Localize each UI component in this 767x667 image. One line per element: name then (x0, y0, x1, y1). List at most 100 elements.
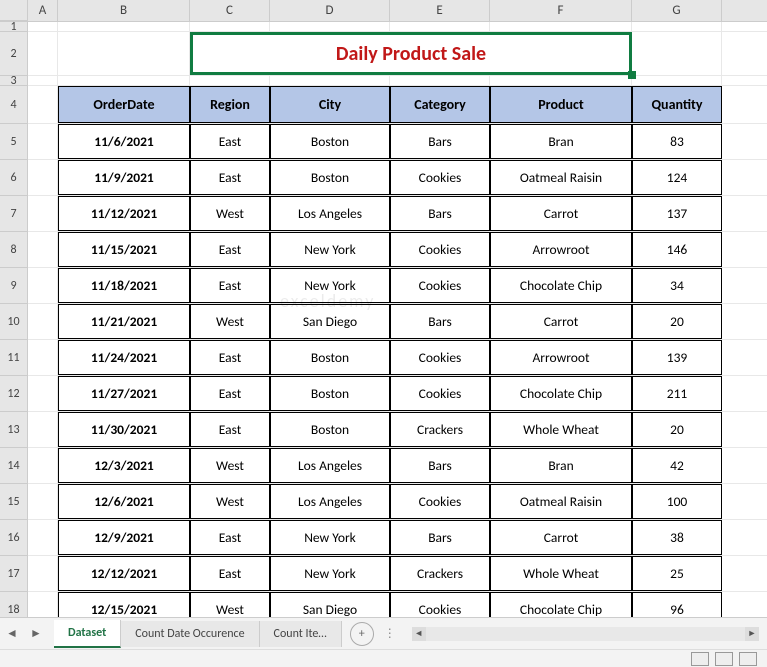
row-header[interactable]: 15 (0, 484, 28, 520)
cell-grid[interactable]: Daily Product SaleOrderDateRegionCityCat… (28, 22, 767, 642)
table-cell[interactable]: 83 (632, 124, 722, 159)
scroll-left-icon[interactable]: ◄ (412, 627, 426, 641)
select-all-corner[interactable] (0, 0, 28, 21)
horizontal-scrollbar[interactable]: ◄ ► (412, 627, 759, 641)
table-cell[interactable]: West (190, 484, 270, 519)
table-cell[interactable]: Cookies (390, 340, 490, 375)
table-cell[interactable]: Los Angeles (270, 196, 390, 231)
row-header[interactable]: 8 (0, 232, 28, 268)
table-cell[interactable]: 20 (632, 304, 722, 339)
table-cell[interactable]: Bars (390, 196, 490, 231)
row-header[interactable]: 1 (0, 22, 28, 32)
table-cell[interactable]: East (190, 160, 270, 195)
table-cell[interactable]: Los Angeles (270, 448, 390, 483)
table-header[interactable]: Product (490, 86, 632, 123)
table-cell[interactable]: San Diego (270, 304, 390, 339)
table-cell[interactable]: East (190, 376, 270, 411)
table-cell[interactable]: 11/18/2021 (58, 268, 190, 303)
table-cell[interactable]: New York (270, 232, 390, 267)
table-cell[interactable]: Whole Wheat (490, 556, 632, 591)
table-cell[interactable]: Cookies (390, 268, 490, 303)
table-cell[interactable]: Carrot (490, 304, 632, 339)
table-cell[interactable]: Chocolate Chip (490, 376, 632, 411)
row-header[interactable]: 16 (0, 520, 28, 556)
row-header[interactable]: 9 (0, 268, 28, 304)
table-cell[interactable]: 11/9/2021 (58, 160, 190, 195)
table-cell[interactable]: Arrowroot (490, 232, 632, 267)
row-header[interactable]: 4 (0, 86, 28, 124)
table-cell[interactable]: 20 (632, 412, 722, 447)
table-cell[interactable]: New York (270, 268, 390, 303)
table-header[interactable]: Category (390, 86, 490, 123)
table-cell[interactable]: 38 (632, 520, 722, 555)
table-cell[interactable]: Boston (270, 160, 390, 195)
table-cell[interactable]: Oatmeal Raisin (490, 484, 632, 519)
table-cell[interactable]: 25 (632, 556, 722, 591)
table-header[interactable]: OrderDate (58, 86, 190, 123)
column-header[interactable]: F (490, 0, 632, 21)
column-header[interactable]: E (390, 0, 490, 21)
row-header[interactable]: 17 (0, 556, 28, 592)
view-pagebreak-icon[interactable] (739, 652, 757, 666)
scroll-right-icon[interactable]: ► (745, 627, 759, 641)
table-cell[interactable]: West (190, 448, 270, 483)
table-cell[interactable]: Bars (390, 520, 490, 555)
table-cell[interactable]: 42 (632, 448, 722, 483)
table-cell[interactable]: Boston (270, 412, 390, 447)
table-cell[interactable]: East (190, 412, 270, 447)
row-header[interactable]: 12 (0, 376, 28, 412)
table-cell[interactable]: West (190, 196, 270, 231)
tab-prev-button[interactable]: ◄ (2, 624, 22, 644)
column-header[interactable]: B (58, 0, 190, 21)
table-cell[interactable]: Bars (390, 448, 490, 483)
column-header[interactable]: C (190, 0, 270, 21)
table-cell[interactable]: 12/6/2021 (58, 484, 190, 519)
new-sheet-button[interactable]: + (350, 622, 374, 646)
row-header[interactable]: 11 (0, 340, 28, 376)
table-cell[interactable]: Cookies (390, 376, 490, 411)
table-cell[interactable]: East (190, 340, 270, 375)
table-cell[interactable]: Chocolate Chip (490, 268, 632, 303)
table-cell[interactable]: 100 (632, 484, 722, 519)
table-cell[interactable]: 11/30/2021 (58, 412, 190, 447)
table-cell[interactable]: 11/24/2021 (58, 340, 190, 375)
table-cell[interactable]: Whole Wheat (490, 412, 632, 447)
column-header[interactable]: A (28, 0, 58, 21)
table-cell[interactable]: Bars (390, 304, 490, 339)
page-title[interactable]: Daily Product Sale (190, 32, 632, 75)
view-layout-icon[interactable] (715, 652, 733, 666)
table-cell[interactable]: 139 (632, 340, 722, 375)
table-cell[interactable]: Boston (270, 376, 390, 411)
table-cell[interactable]: Crackers (390, 556, 490, 591)
sheet-tab[interactable]: Count Ite… (260, 621, 342, 647)
table-cell[interactable]: Cookies (390, 160, 490, 195)
row-header[interactable]: 10 (0, 304, 28, 340)
table-cell[interactable]: New York (270, 556, 390, 591)
table-cell[interactable]: Cookies (390, 232, 490, 267)
table-cell[interactable]: 11/21/2021 (58, 304, 190, 339)
table-cell[interactable]: Boston (270, 340, 390, 375)
table-cell[interactable]: East (190, 232, 270, 267)
column-header[interactable]: D (270, 0, 390, 21)
table-cell[interactable]: New York (270, 520, 390, 555)
tab-next-button[interactable]: ► (26, 624, 46, 644)
table-cell[interactable]: 12/12/2021 (58, 556, 190, 591)
column-header[interactable]: G (632, 0, 722, 21)
table-cell[interactable]: 11/12/2021 (58, 196, 190, 231)
table-cell[interactable]: Los Angeles (270, 484, 390, 519)
view-normal-icon[interactable] (691, 652, 709, 666)
table-header[interactable]: City (270, 86, 390, 123)
selection-handle[interactable] (628, 71, 636, 79)
table-cell[interactable]: 146 (632, 232, 722, 267)
table-cell[interactable]: Oatmeal Raisin (490, 160, 632, 195)
table-cell[interactable]: Arrowroot (490, 340, 632, 375)
table-cell[interactable]: Bran (490, 124, 632, 159)
table-cell[interactable]: 11/15/2021 (58, 232, 190, 267)
table-cell[interactable]: 11/27/2021 (58, 376, 190, 411)
table-cell[interactable]: Crackers (390, 412, 490, 447)
table-header[interactable]: Quantity (632, 86, 722, 123)
table-cell[interactable]: 11/6/2021 (58, 124, 190, 159)
table-cell[interactable]: 211 (632, 376, 722, 411)
table-cell[interactable]: 137 (632, 196, 722, 231)
table-cell[interactable]: East (190, 268, 270, 303)
